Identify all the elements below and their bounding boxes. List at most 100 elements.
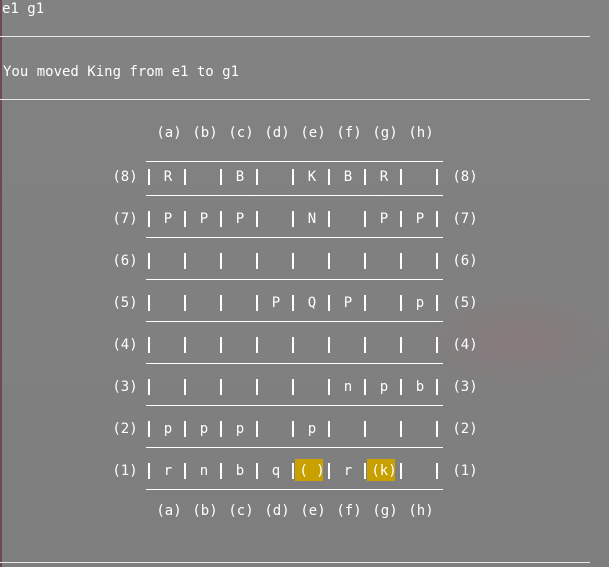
rank-label: (1)	[452, 463, 478, 479]
board-square[interactable]: N	[294, 209, 330, 229]
board-square[interactable]: P	[150, 209, 186, 229]
square-separator	[400, 295, 402, 311]
square-separator	[436, 295, 438, 311]
square-separator	[256, 169, 258, 185]
rank-label: (3)	[452, 379, 478, 395]
divider	[0, 562, 590, 563]
board-square[interactable]: p	[186, 419, 222, 439]
board-square[interactable]: n	[186, 461, 222, 481]
square-separator	[184, 463, 186, 479]
board-square[interactable]: P	[330, 293, 366, 313]
board-rule	[146, 279, 443, 280]
square-separator	[292, 253, 294, 269]
board-rule	[146, 195, 443, 196]
square-separator	[184, 253, 186, 269]
board-square[interactable]: ( )	[294, 461, 330, 481]
board-rule	[146, 363, 443, 364]
square-separator	[292, 337, 294, 353]
rank-label: (7)	[452, 211, 478, 227]
square-separator	[184, 337, 186, 353]
board-square[interactable]: B	[330, 167, 366, 187]
board-square[interactable]: R	[150, 167, 186, 187]
rank-label: (5)	[452, 295, 478, 311]
square-separator	[292, 295, 294, 311]
square-separator	[328, 253, 330, 269]
rank-label: (2)	[452, 421, 478, 437]
board-square[interactable]: Q	[294, 293, 330, 313]
square-separator	[436, 169, 438, 185]
square-separator	[184, 421, 186, 437]
rank-label: (1)	[112, 463, 138, 479]
board-rank-row: (2) (2) p p p p	[0, 419, 609, 439]
window-edge	[0, 0, 2, 567]
square-separator	[292, 379, 294, 395]
divider	[0, 36, 590, 37]
square-separator	[400, 379, 402, 395]
square-separator	[148, 295, 150, 311]
square-separator	[328, 379, 330, 395]
board-square[interactable]: p	[150, 419, 186, 439]
board-rank-row: (8) (8) R B K B R	[0, 167, 609, 187]
square-separator	[328, 463, 330, 479]
board-rule	[146, 405, 443, 406]
board-square[interactable]: r	[150, 461, 186, 481]
square-separator	[256, 211, 258, 227]
board-square[interactable]: p	[222, 419, 258, 439]
board-square[interactable]: p	[366, 377, 402, 397]
board-rank-row: (7) (7) P P P N P P	[0, 209, 609, 229]
square-separator	[292, 169, 294, 185]
rank-label: (8)	[452, 169, 478, 185]
square-separator	[220, 253, 222, 269]
board-square[interactable]: n	[330, 377, 366, 397]
board-square[interactable]: P	[222, 209, 258, 229]
file-label: (h)	[408, 125, 434, 141]
board-square[interactable]: p	[402, 293, 438, 313]
board-rule	[146, 161, 443, 162]
square-separator	[436, 337, 438, 353]
square-separator	[364, 169, 366, 185]
square-separator	[256, 379, 258, 395]
board-square[interactable]: K	[294, 167, 330, 187]
file-label: (e)	[300, 503, 326, 519]
board-square[interactable]: P	[258, 293, 294, 313]
board-square[interactable]: (k)	[366, 461, 402, 481]
board-square[interactable]: p	[294, 419, 330, 439]
board-rule	[146, 321, 443, 322]
square-separator	[184, 169, 186, 185]
board-square[interactable]: B	[222, 167, 258, 187]
square-separator	[328, 211, 330, 227]
square-separator	[148, 379, 150, 395]
board-square[interactable]: P	[366, 209, 402, 229]
square-separator	[256, 463, 258, 479]
square-separator	[436, 379, 438, 395]
board-square[interactable]: R	[366, 167, 402, 187]
square-separator	[364, 295, 366, 311]
divider	[0, 99, 590, 100]
board-square[interactable]: q	[258, 461, 294, 481]
board-square[interactable]: P	[402, 209, 438, 229]
board-square[interactable]: b	[402, 377, 438, 397]
board-rule	[146, 447, 443, 448]
rank-label: (6)	[452, 253, 478, 269]
square-separator	[256, 253, 258, 269]
square-separator	[436, 421, 438, 437]
board-square[interactable]: P	[186, 209, 222, 229]
square-separator	[220, 295, 222, 311]
board-rule	[146, 489, 443, 490]
rank-label: (6)	[112, 253, 138, 269]
board-rank-row: (5) (5) P Q Pp	[0, 293, 609, 313]
square-separator	[292, 421, 294, 437]
board-square[interactable]: b	[222, 461, 258, 481]
square-separator	[256, 295, 258, 311]
square-separator	[220, 337, 222, 353]
board-rule	[146, 237, 443, 238]
square-separator	[148, 253, 150, 269]
square-separator	[436, 253, 438, 269]
board-square[interactable]: r	[330, 461, 366, 481]
square-separator	[400, 253, 402, 269]
file-label: (a)	[156, 503, 182, 519]
file-label: (e)	[300, 125, 326, 141]
square-separator	[364, 463, 366, 479]
file-label: (f)	[336, 125, 362, 141]
square-separator	[436, 463, 438, 479]
